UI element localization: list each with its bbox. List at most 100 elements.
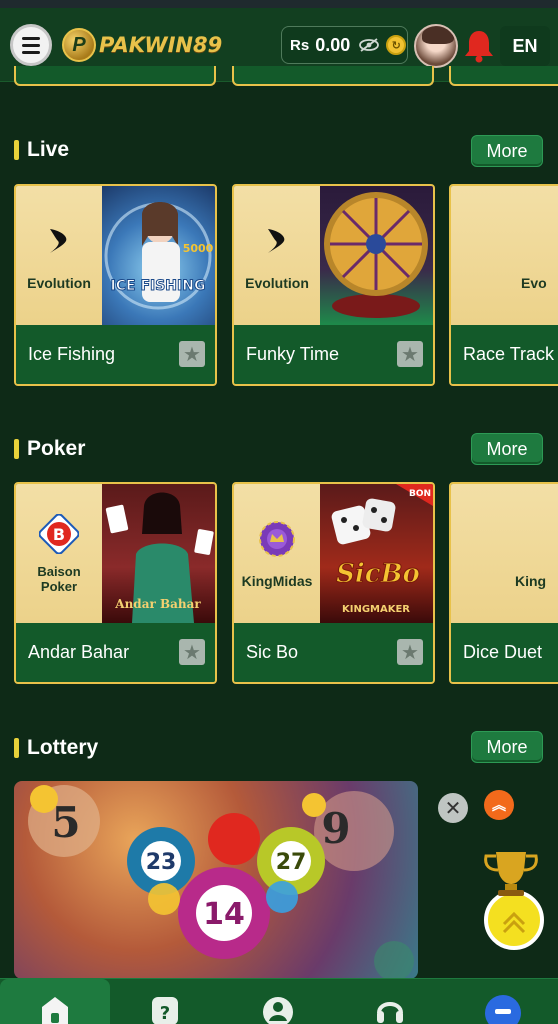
poker-more-button[interactable]: More [471,433,543,465]
nav-help[interactable]: ? [110,979,220,1024]
thumbnail-badge: BON [409,489,431,499]
card-bottom: Funky Time ★ [234,325,433,384]
provider-block: B Baison Poker [16,484,102,623]
balance-box[interactable]: Rs 0.00 ↻ [281,26,408,64]
game-name: Funky Time [246,344,340,364]
live-more-button[interactable]: More [471,135,543,167]
nav-chat[interactable] [448,979,558,1024]
game-card-partial[interactable] [232,66,434,86]
lottery-ball-number: 23 [146,850,177,875]
hamburger-line [22,36,40,40]
thumbnail-tag: 5000 [183,242,214,255]
help-icon: ? [152,997,178,1024]
card-bottom: Andar Bahar ★ [16,623,215,682]
card-top: Evolution ICE FISHING 5000 [16,186,215,325]
kingmidas-logo-icon [258,519,296,559]
provider-name: Evolution [245,274,309,291]
nav-home[interactable] [0,979,110,1024]
lottery-ball-number: 9 [321,804,350,853]
section-title-lottery: Lottery [14,736,98,760]
provider-block: KingMidas [234,484,320,623]
support-icon [377,1002,403,1023]
sic-bo-thumbnail: BON SicBo KINGMAKER [320,484,433,623]
section-title-text: Live [27,138,70,161]
hamburger-line [22,43,40,47]
title-accent-bar [14,439,19,459]
menu-button[interactable] [10,24,52,66]
card-bottom: Race Track [451,325,558,384]
star-icon[interactable]: ★ [179,341,205,367]
balance-amount: 0.00 [315,34,351,55]
provider-name: KingMidas [241,572,313,589]
card-bottom: Sic Bo ★ [234,623,433,682]
section-title-text: Poker [27,437,86,460]
refresh-coin-icon[interactable]: ↻ [386,35,407,55]
game-card-andar-bahar[interactable]: B Baison Poker Andar Bahar Andar Bahar ★ [14,482,217,684]
ice-fishing-thumbnail: ICE FISHING 5000 [102,186,215,325]
game-card-funky-time[interactable]: Evolution Funky Time ★ [232,184,435,386]
svg-text:B: B [53,525,65,544]
provider-name: King [515,572,547,589]
game-card-dice-duet[interactable]: King Dice Duet [449,482,558,684]
lottery-more-button[interactable]: More [471,731,543,763]
game-card-sic-bo[interactable]: KingMidas BON SicBo KINGMAKER Sic Bo ★ [232,482,435,684]
provider-block: Evolution [16,186,102,325]
game-name: Sic Bo [246,642,299,662]
card-top: King [451,484,558,623]
game-name: Dice Duet [463,642,543,662]
site-logo[interactable]: P PAKWIN89 [62,26,222,64]
trophy-icon[interactable] [472,850,550,950]
home-icon [42,997,68,1024]
card-top: Evolution [234,186,433,325]
star-icon[interactable]: ★ [397,341,423,367]
eye-hidden-icon[interactable] [358,38,380,52]
star-icon[interactable]: ★ [179,639,205,665]
game-card-race-track[interactable]: Evo Race Track [449,184,558,386]
provider-block: Evolution [234,186,320,325]
card-bottom: Ice Fishing ★ [16,325,215,384]
provider-block: Evo [451,186,558,325]
game-card-partial[interactable] [449,66,558,86]
provider-name-line1: Baison [37,563,81,579]
provider-name: Evo [521,274,547,291]
section-title-live: Live [14,138,69,162]
game-name: Race Track [463,344,555,364]
card-bottom: Dice Duet [451,623,558,682]
logo-mark-icon: P [62,28,96,62]
card-top: B Baison Poker Andar Bahar [16,484,215,623]
svg-text:?: ? [160,1003,170,1024]
language-selector[interactable]: EN [500,26,550,66]
scroll-top-button[interactable]: ︽ [484,790,514,820]
title-accent-bar [14,738,19,758]
andar-bahar-thumbnail: Andar Bahar [102,484,215,623]
bell-icon[interactable] [462,28,496,64]
currency-symbol: Rs [290,36,310,54]
status-strip [0,0,558,8]
thumbnail-title: ICE FISHING [111,278,206,294]
chat-icon [485,995,521,1024]
thumbnail-sub: KINGMAKER [342,604,410,615]
section-title-poker: Poker [14,437,85,461]
provider-block: King [451,484,558,623]
provider-name-line2: Poker [40,578,78,594]
lottery-banner[interactable]: 5 9 23 27 14 [14,781,418,979]
game-name: Andar Bahar [28,642,130,662]
thumbnail-title: Andar Bahar [114,597,201,611]
evolution-logo-icon [264,221,290,261]
bottom-navigation: ? [0,978,558,1024]
profile-icon [263,997,293,1024]
card-top: Evo [451,186,558,325]
funky-time-thumbnail [320,186,433,325]
nav-profile[interactable] [223,979,333,1024]
close-float-button[interactable]: ✕ [438,793,468,823]
game-card-ice-fishing[interactable]: Evolution ICE FISHING 5000 Ice Fishing ★ [14,184,217,386]
game-card-partial[interactable] [14,66,216,86]
thumbnail-title: SicBo [336,559,420,589]
nav-support[interactable] [335,979,445,1024]
user-avatar[interactable] [414,24,458,68]
logo-text: PAKWIN89 [99,33,223,57]
card-top: KingMidas BON SicBo KINGMAKER [234,484,433,623]
star-icon[interactable]: ★ [397,639,423,665]
provider-name: Evolution [27,274,91,291]
lottery-ball-number: 14 [203,897,245,932]
